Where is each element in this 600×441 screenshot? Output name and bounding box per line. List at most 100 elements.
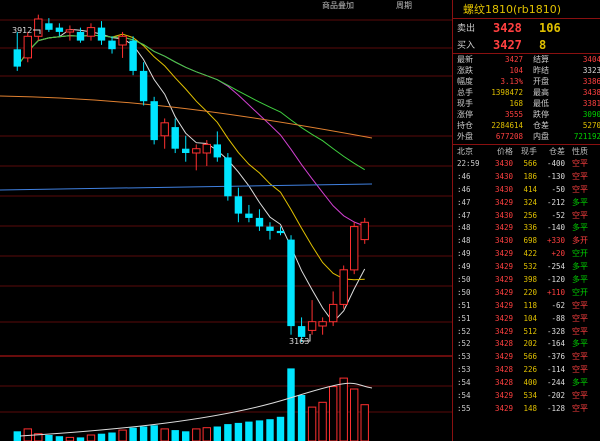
- tick-row[interactable]: :47 3430 256 -52 空平: [453, 209, 600, 222]
- ma-line: [16, 28, 366, 323]
- candle-body: [202, 143, 212, 154]
- stat-row: 幅度 3.13% 开盘 3386: [453, 76, 600, 87]
- stat-row: 总手 1398472 最高 3438: [453, 87, 600, 98]
- candle-body: [329, 303, 338, 323]
- tick-oi-change: -52: [551, 210, 565, 220]
- stat-label: 现手: [457, 99, 473, 108]
- tick-row[interactable]: :55 3429 148 -128 空平: [453, 402, 600, 415]
- volume-bar: [245, 421, 253, 441]
- candle-body: [13, 49, 21, 67]
- stat-label: 仓差: [533, 121, 550, 130]
- tick-price: 3429: [494, 287, 513, 297]
- period-link[interactable]: 周期: [396, 0, 412, 11]
- tick-row[interactable]: :50 3429 220 +110 空开: [453, 286, 600, 299]
- tick-row[interactable]: :54 3428 400 -244 多平: [453, 376, 600, 389]
- volume-bar: [65, 436, 75, 441]
- tick-price: 3430: [494, 158, 513, 168]
- stat-value: 677208: [495, 132, 524, 141]
- sell-volume: 106: [539, 20, 561, 35]
- volume-bar: [13, 431, 21, 441]
- tick-oi-change: -62: [551, 300, 565, 310]
- candle-body: [97, 27, 106, 41]
- stat-label: 总手: [457, 88, 473, 97]
- stat-value: 168: [509, 99, 524, 108]
- tick-time: :49: [457, 262, 471, 272]
- high-price-label: 3912: [12, 26, 33, 35]
- tick-time: :48: [457, 223, 471, 233]
- kline-chart-area[interactable]: 商品叠加 周期 3912 3163: [0, 0, 452, 441]
- volume-bar: [297, 395, 306, 441]
- buy-label: 买入: [457, 41, 476, 51]
- tick-oi-change: -120: [546, 274, 565, 284]
- tick-time: :51: [457, 313, 471, 323]
- tick-row[interactable]: :54 3429 534 -202 空平: [453, 389, 600, 402]
- tick-price: 3429: [494, 300, 513, 310]
- volume-bar: [97, 433, 106, 441]
- tick-row[interactable]: :51 3429 118 -62 空平: [453, 299, 600, 312]
- tick-price: 3429: [494, 249, 513, 259]
- tick-time: :55: [457, 403, 471, 413]
- candle-body: [234, 196, 243, 214]
- tick-list[interactable]: 22:59 3430 566 -400 空平:46 3430 186 -130 空平:46 343…: [453, 157, 600, 415]
- candle-body: [108, 40, 116, 50]
- volume-bar: [171, 430, 179, 441]
- tick-row[interactable]: :49 3429 532 -254 多平: [453, 260, 600, 273]
- stat-value: 3386: [582, 77, 600, 86]
- stat-value: 3323: [582, 66, 600, 75]
- candle-body: [192, 148, 201, 154]
- tick-row[interactable]: :52 3429 512 -328 空平: [453, 325, 600, 338]
- tick-row[interactable]: :51 3429 104 -88 空平: [453, 312, 600, 325]
- candle-body: [245, 213, 253, 218]
- tick-row[interactable]: :47 3429 324 -212 多平: [453, 196, 600, 209]
- tick-row[interactable]: :53 3428 226 -114 空平: [453, 363, 600, 376]
- tick-time: :51: [457, 300, 471, 310]
- tick-row[interactable]: :48 3429 336 -140 多平: [453, 221, 600, 234]
- tick-row[interactable]: :50 3429 398 -120 多平: [453, 273, 600, 286]
- tick-volume: 698: [523, 236, 537, 246]
- tick-volume: 104: [523, 313, 537, 323]
- stat-value: 3404: [582, 55, 600, 64]
- tick-nature: 空开: [572, 249, 588, 259]
- stat-value: 3.13%: [500, 77, 524, 86]
- tick-oi-change: -140: [546, 223, 565, 233]
- stat-value: 104: [509, 66, 524, 75]
- tick-row[interactable]: :46 3430 186 -130 空平: [453, 170, 600, 183]
- tick-oi-change: -130: [546, 171, 565, 181]
- stat-value: 3438: [582, 88, 600, 97]
- kline-chart-svg[interactable]: [0, 0, 452, 441]
- volume-bar: [118, 429, 127, 441]
- volume-bar: [182, 431, 190, 441]
- buy-volume: 8: [539, 37, 547, 52]
- tick-row[interactable]: :48 3430 698 +330 多开: [453, 234, 600, 247]
- tick-nature: 多平: [572, 197, 588, 207]
- tick-row[interactable]: :53 3429 566 -376 空平: [453, 350, 600, 363]
- tick-price: 3428: [494, 365, 513, 375]
- candle-body: [339, 269, 348, 305]
- tick-row[interactable]: :49 3429 422 +20 空开: [453, 247, 600, 260]
- tick-nature: 多开: [572, 236, 588, 246]
- tick-nature: 空平: [572, 390, 588, 400]
- candle-body: [34, 18, 43, 37]
- sell-row[interactable]: 卖出 3428 106: [453, 19, 600, 36]
- tick-time: :47: [457, 210, 471, 220]
- stat-label: 开盘: [533, 77, 550, 86]
- tick-price: 3430: [494, 171, 513, 181]
- tick-oi-change: -114: [546, 365, 565, 375]
- tick-price: 3429: [494, 274, 513, 284]
- tick-row[interactable]: :46 3430 414 -50 空平: [453, 183, 600, 196]
- stat-row: 涨停 3555 跌停 3090: [453, 109, 600, 120]
- buy-row[interactable]: 买入 3427 8: [453, 36, 600, 54]
- header-price: 价格: [497, 146, 513, 156]
- chart-grid: [0, 19, 452, 413]
- tick-row[interactable]: :52 3428 202 -164 多平: [453, 337, 600, 350]
- ma-line: [16, 34, 365, 171]
- tick-price: 3428: [494, 339, 513, 349]
- stat-value: 2284614: [491, 121, 524, 130]
- volume-bar: [234, 422, 243, 441]
- tick-row[interactable]: 22:59 3430 566 -400 空平: [453, 157, 600, 170]
- candle-body: [287, 239, 295, 327]
- tick-time: :46: [457, 171, 471, 181]
- tick-price: 3429: [494, 390, 513, 400]
- overlay-commodity-link[interactable]: 商品叠加: [322, 0, 354, 11]
- stat-label: 跌停: [533, 110, 550, 119]
